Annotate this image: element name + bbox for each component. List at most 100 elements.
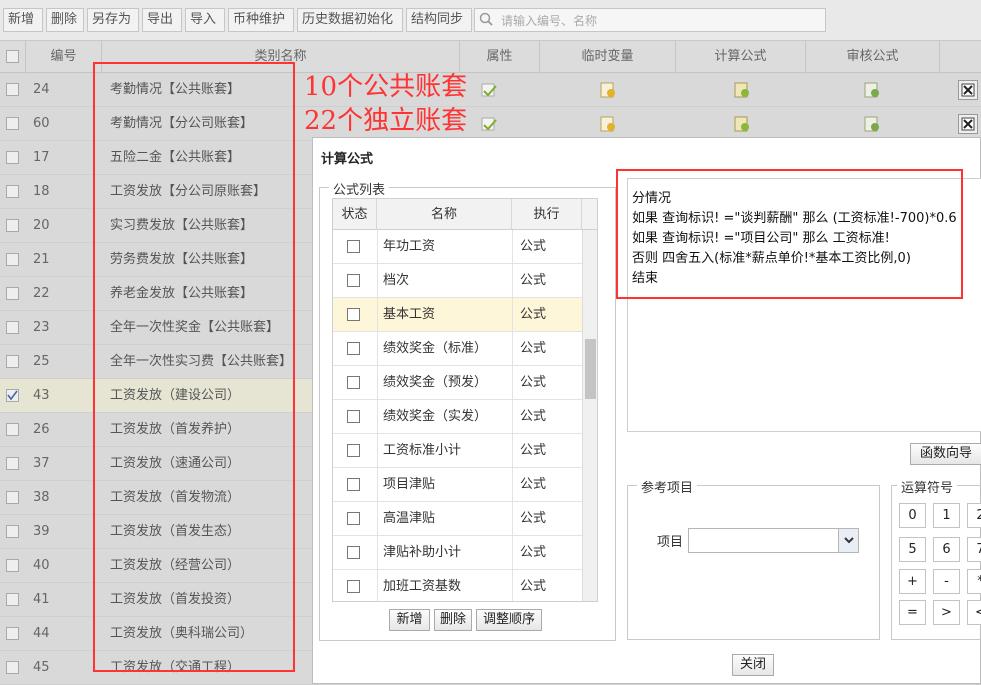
formula-checkbox[interactable] <box>347 410 360 423</box>
annotation-public-sets: 10个公共账套 <box>304 72 468 102</box>
header-attribute[interactable]: 属性 <box>460 41 540 73</box>
row-checkbox[interactable] <box>6 593 19 606</box>
formula-checkbox[interactable] <box>347 240 360 253</box>
formula-row[interactable]: 项目津贴 公式 <box>333 468 582 502</box>
row-checkbox[interactable] <box>6 287 19 300</box>
search-icon <box>479 12 493 26</box>
row-checkbox[interactable] <box>6 355 19 368</box>
row-id: 22 <box>33 286 50 301</box>
import-button[interactable]: 导入 <box>185 8 225 32</box>
formula-checkbox[interactable] <box>347 546 360 559</box>
formula-name: 档次 <box>383 273 410 288</box>
toolbar: 新增 删除 另存为 导出 导入 币种维护 历史数据初始化 结构同步 请输入编号、… <box>0 0 981 41</box>
row-checkbox[interactable] <box>6 559 19 572</box>
formula-delete-button[interactable]: 删除 <box>434 609 472 631</box>
formula-table-scrollbar[interactable] <box>582 230 597 601</box>
row-id: 21 <box>33 252 50 267</box>
close-icon[interactable] <box>958 80 978 100</box>
row-checkbox[interactable] <box>6 389 19 402</box>
operator-button[interactable]: 5 <box>899 537 926 562</box>
scrollbar-thumb[interactable] <box>585 339 596 399</box>
formula-row[interactable]: 工资标准小计 公式 <box>333 434 582 468</box>
formula-checkbox[interactable] <box>347 580 360 593</box>
formula-exec: 公式 <box>520 273 547 288</box>
delete-button[interactable]: 删除 <box>46 8 84 32</box>
row-checkbox[interactable] <box>6 423 19 436</box>
formula-name: 年功工资 <box>383 239 436 254</box>
formula-new-button[interactable]: 新增 <box>389 609 430 631</box>
save-as-button[interactable]: 另存为 <box>87 8 139 32</box>
operator-button[interactable]: + <box>899 569 926 594</box>
function-wizard-button[interactable]: 函数向导 <box>910 443 981 465</box>
structure-sync-button[interactable]: 结构同步 <box>406 8 472 32</box>
formula-checkbox[interactable] <box>347 274 360 287</box>
row-checkbox[interactable] <box>6 253 19 266</box>
formula-row[interactable]: 绩效奖金（预发） 公式 <box>333 366 582 400</box>
row-checkbox[interactable] <box>6 117 19 130</box>
search-input[interactable]: 请输入编号、名称 <box>474 8 826 32</box>
row-checkbox[interactable] <box>6 151 19 164</box>
formula-checkbox[interactable] <box>347 478 360 491</box>
operator-button[interactable]: > <box>933 600 960 625</box>
operator-button[interactable]: * <box>967 569 981 594</box>
chevron-down-icon[interactable] <box>838 529 858 552</box>
ref-items-legend: 参考项目 <box>637 477 698 496</box>
formula-row[interactable]: 年功工资 公式 <box>333 230 582 264</box>
operator-button[interactable]: 1 <box>933 503 960 528</box>
row-checkbox[interactable] <box>6 661 19 674</box>
formula-row[interactable]: 高温津贴 公式 <box>333 502 582 536</box>
row-id: 60 <box>33 116 50 131</box>
row-id: 43 <box>33 388 50 403</box>
operator-button[interactable]: 0 <box>899 503 926 528</box>
header-select-all[interactable] <box>0 41 26 73</box>
formula-row[interactable]: 加班工资基数 公式 <box>333 570 582 601</box>
header-audit-formula[interactable]: 审核公式 <box>806 41 940 73</box>
formula-checkbox[interactable] <box>347 342 360 355</box>
row-checkbox[interactable] <box>6 219 19 232</box>
history-init-button[interactable]: 历史数据初始化 <box>297 8 403 32</box>
formula-exec: 公式 <box>520 477 547 492</box>
ref-items-fieldset <box>627 485 880 640</box>
operator-button[interactable]: < <box>967 600 981 625</box>
item-select[interactable] <box>688 528 859 553</box>
header-id[interactable]: 编号 <box>26 41 102 73</box>
close-icon[interactable] <box>958 114 978 134</box>
header-calc-formula[interactable]: 计算公式 <box>676 41 806 73</box>
formula-row[interactable]: 绩效奖金（标准） 公式 <box>333 332 582 366</box>
header-temp-variable[interactable]: 临时变量 <box>540 41 676 73</box>
formula-row[interactable]: 档次 公式 <box>333 264 582 298</box>
operator-button[interactable]: - <box>933 569 960 594</box>
operator-button[interactable]: = <box>899 600 926 625</box>
formula-exec: 公式 <box>520 443 547 458</box>
formula-row[interactable]: 津贴补助小计 公式 <box>333 536 582 570</box>
formula-exec: 公式 <box>520 409 547 424</box>
search-placeholder: 请输入编号、名称 <box>501 14 598 28</box>
export-button[interactable]: 导出 <box>142 8 182 32</box>
formula-name: 加班工资基数 <box>383 579 462 594</box>
formula-row[interactable]: 绩效奖金（实发） 公式 <box>333 400 582 434</box>
reorder-button[interactable]: 调整顺序 <box>476 609 542 631</box>
operator-button[interactable]: 6 <box>933 537 960 562</box>
row-id: 17 <box>33 150 50 165</box>
formula-exec: 公式 <box>520 579 547 594</box>
row-checkbox[interactable] <box>6 185 19 198</box>
currency-maintain-button[interactable]: 币种维护 <box>228 8 294 32</box>
formula-checkbox[interactable] <box>347 376 360 389</box>
formula-row[interactable]: 基本工资 公式 <box>333 298 582 332</box>
row-checkbox[interactable] <box>6 457 19 470</box>
operator-button[interactable]: 2 <box>967 503 981 528</box>
formula-exec: 公式 <box>520 511 547 526</box>
new-button[interactable]: 新增 <box>3 8 43 32</box>
row-checkbox[interactable] <box>6 491 19 504</box>
row-checkbox[interactable] <box>6 321 19 334</box>
row-checkbox[interactable] <box>6 627 19 640</box>
close-button[interactable]: 关闭 <box>732 654 774 676</box>
operator-button[interactable]: 7 <box>967 537 981 562</box>
formula-exec: 公式 <box>520 239 547 254</box>
row-checkbox[interactable] <box>6 83 19 96</box>
formula-checkbox[interactable] <box>347 308 360 321</box>
annotation-independent-sets: 22个独立账套 <box>304 106 468 136</box>
formula-checkbox[interactable] <box>347 444 360 457</box>
formula-checkbox[interactable] <box>347 512 360 525</box>
row-checkbox[interactable] <box>6 525 19 538</box>
